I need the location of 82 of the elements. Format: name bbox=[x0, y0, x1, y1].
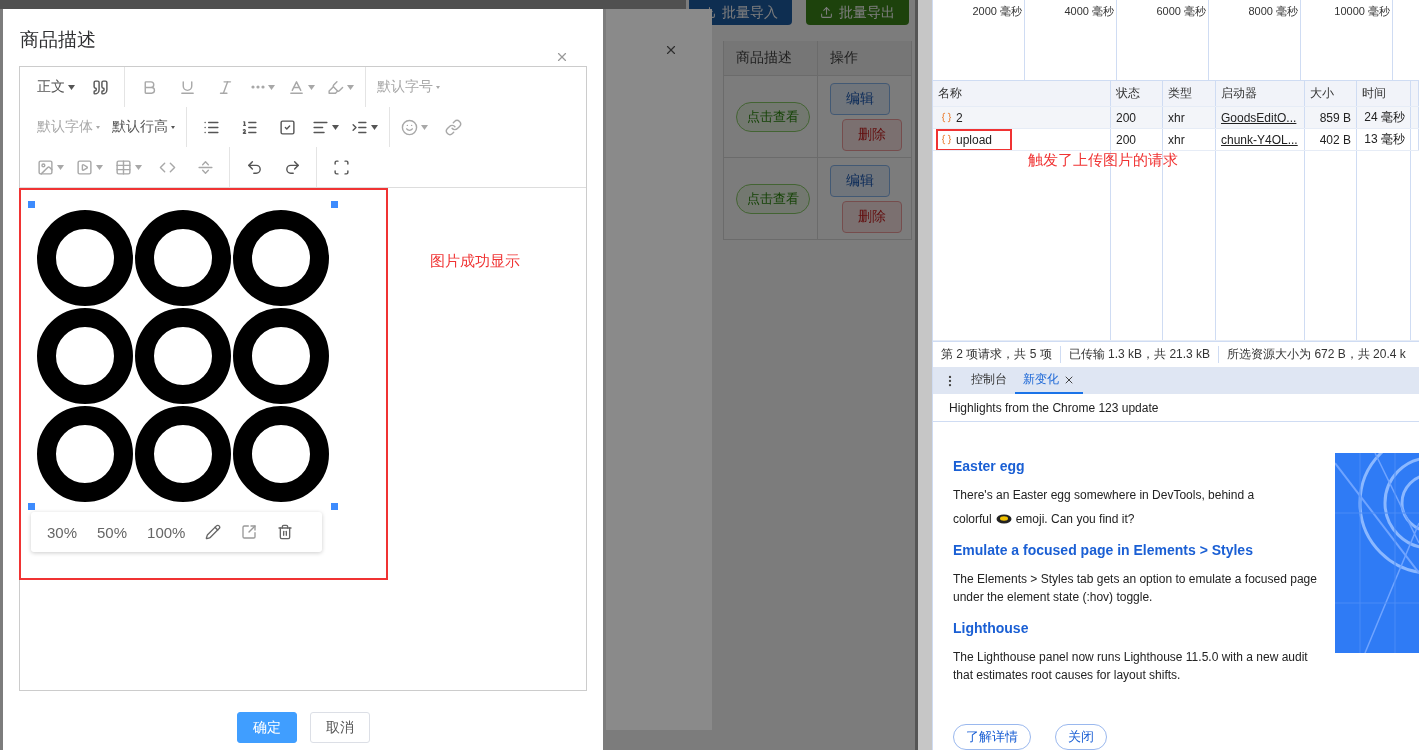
size-cell: 402 B bbox=[1305, 129, 1357, 150]
column-header[interactable]: 启动器 bbox=[1216, 81, 1305, 106]
paragraph-text: The Lighthouse panel now runs Lighthouse 11.5.0 with a new audit that estimates root causes for layout shifts. bbox=[953, 649, 1309, 684]
column-header[interactable]: 时间 bbox=[1357, 81, 1411, 106]
upload-icon bbox=[820, 6, 833, 19]
column-header: 操作 bbox=[818, 41, 912, 76]
status-cell: 200 bbox=[1111, 107, 1163, 128]
emoji-icon bbox=[995, 514, 1012, 524]
initiator-link[interactable]: GoodsEditO... bbox=[1221, 110, 1297, 125]
caret-icon bbox=[436, 85, 440, 89]
video-icon bbox=[76, 158, 93, 176]
column-header[interactable]: 大小 bbox=[1305, 81, 1357, 106]
resize-handle[interactable] bbox=[28, 503, 35, 510]
close-icon[interactable] bbox=[664, 43, 678, 57]
annotation-text: 触发了上传图片的请求 bbox=[1028, 151, 1178, 168]
timeline-tick: 10000 毫秒 bbox=[1301, 0, 1393, 80]
highlighter-icon bbox=[327, 78, 344, 96]
resize-handle[interactable] bbox=[331, 201, 338, 208]
pencil-icon bbox=[205, 524, 222, 540]
link-icon bbox=[444, 118, 462, 136]
caret-icon bbox=[96, 125, 100, 129]
annotation-text: 图片成功显示 bbox=[430, 252, 520, 269]
size-option[interactable]: 30% bbox=[37, 516, 88, 548]
table-icon bbox=[115, 158, 132, 176]
numbered-list-icon bbox=[240, 118, 258, 136]
panel-splitter[interactable] bbox=[915, 0, 932, 750]
column-header[interactable]: 类型 bbox=[1163, 81, 1216, 106]
size-option[interactable]: 100% bbox=[137, 516, 196, 548]
image-icon bbox=[37, 158, 54, 176]
timeline-tick: 6000 毫秒 bbox=[1117, 0, 1209, 80]
drawer-tab[interactable]: 新变化 bbox=[1015, 367, 1083, 394]
timeline-tick: 2000 毫秒 bbox=[933, 0, 1025, 80]
braces-icon bbox=[941, 134, 952, 145]
time-cell: 24 毫秒 bbox=[1357, 107, 1411, 128]
fullscreen-icon bbox=[332, 158, 350, 176]
caret-icon bbox=[171, 125, 175, 129]
format-select[interactable]: 默认行高 bbox=[106, 111, 181, 143]
drawer-tab[interactable]: 控制台 bbox=[963, 367, 1015, 394]
column-header[interactable]: 状态 bbox=[1111, 81, 1163, 106]
section-title: Emulate a focused page in Elements > Styles bbox=[953, 542, 1254, 558]
type-cell: xhr bbox=[1163, 107, 1216, 128]
learn-more-button[interactable]: 了解详情 bbox=[953, 724, 1031, 750]
divider-icon bbox=[196, 158, 214, 176]
ellipsis-icon bbox=[251, 85, 265, 89]
dialog-title: 商品描述 bbox=[20, 28, 96, 52]
summary-text: 已传输 1.3 kB，共 21.3 kB bbox=[1059, 346, 1219, 363]
undo-icon bbox=[245, 158, 263, 176]
redo-icon bbox=[283, 158, 301, 176]
external-link-icon bbox=[241, 524, 258, 540]
status-cell: 200 bbox=[1111, 129, 1163, 150]
type-cell: xhr bbox=[1163, 129, 1216, 150]
timeline-tick: 4000 毫秒 bbox=[1025, 0, 1117, 80]
quote-icon bbox=[91, 78, 109, 96]
resize-handle[interactable] bbox=[331, 503, 338, 510]
paragraph-text: colorful bbox=[953, 511, 992, 528]
initiator-link[interactable]: chunk-Y4OL... bbox=[1221, 132, 1298, 147]
section-title: Lighthouse bbox=[953, 620, 1030, 636]
braces-icon bbox=[941, 112, 952, 123]
summary-text: 所选资源大小为 672 B，共 20.4 k bbox=[1218, 346, 1414, 363]
size-option[interactable]: 50% bbox=[87, 516, 138, 548]
size-cell: 859 B bbox=[1305, 107, 1357, 128]
close-button[interactable]: 关闭 bbox=[1055, 724, 1107, 750]
trash-icon bbox=[277, 524, 294, 540]
cancel-button[interactable]: 取消 bbox=[309, 712, 370, 743]
format-select[interactable]: 正文 bbox=[31, 71, 81, 103]
checkbox-icon bbox=[278, 118, 296, 136]
underline-icon bbox=[178, 78, 196, 96]
timeline-tick: 8000 毫秒 bbox=[1209, 0, 1301, 80]
time-cell: 13 毫秒 bbox=[1357, 129, 1411, 150]
text-color-icon bbox=[288, 78, 305, 96]
resize-handle[interactable] bbox=[28, 201, 35, 208]
emoji-icon bbox=[401, 118, 418, 136]
paragraph-text: emoji. Can you find it? bbox=[1015, 511, 1135, 528]
panel-header: Highlights from the Chrome 123 update bbox=[933, 394, 1419, 422]
caret-icon bbox=[68, 84, 75, 90]
request-name[interactable]: 2 bbox=[936, 107, 983, 128]
column-header: 商品描述 bbox=[724, 41, 818, 76]
paragraph-text: There's an Easter egg somewhere in DevTools, behind a bbox=[953, 487, 1255, 504]
paragraph-text: The Elements > Styles tab gets an option to emulate a focused page under the element state (:hov) toggle. bbox=[953, 571, 1318, 606]
column-header[interactable]: 名称 bbox=[933, 81, 1111, 106]
section-title: Easter egg bbox=[953, 458, 1026, 474]
summary-text: 第 2 项请求，共 5 项 bbox=[940, 346, 1053, 363]
